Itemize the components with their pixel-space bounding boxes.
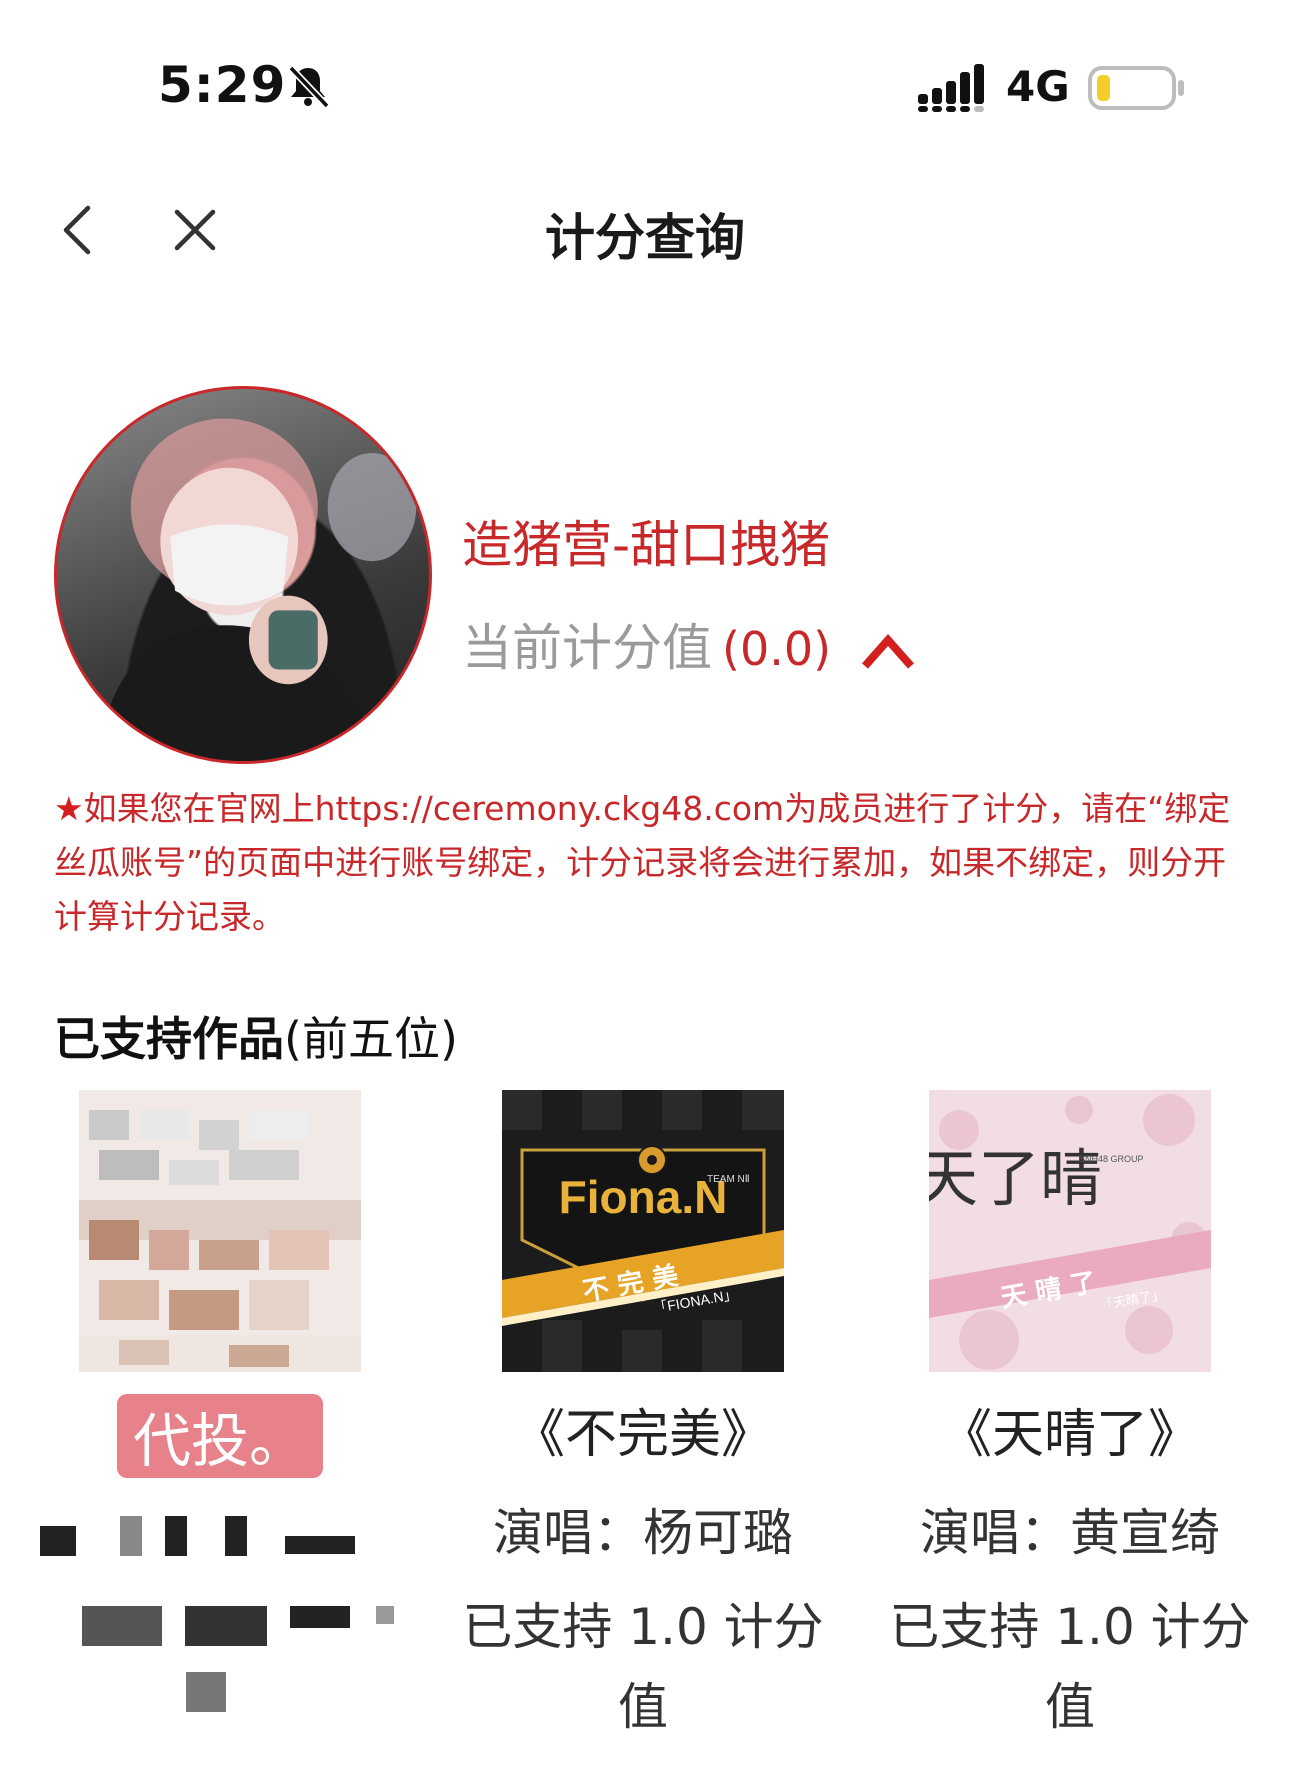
work-support: 已支持 1.0 计分值 xyxy=(462,1598,824,1736)
album-art: 天了晴 SNH48 GROUP 天 晴 了 「天晴了」 xyxy=(929,1090,1211,1372)
signal-icon xyxy=(918,64,984,112)
work-singer: 演唱：黄宣绮 xyxy=(920,1504,1220,1562)
username: 造猪营-甜口拽猪 xyxy=(462,516,831,574)
avatar-photo xyxy=(96,418,417,761)
page-title: 计分查询 xyxy=(545,209,745,267)
status-bar: 5:29 4G xyxy=(0,0,1290,130)
network-label: 4G xyxy=(1006,62,1070,111)
album-cover[interactable]: 天了晴 SNH48 GROUP 天 晴 了 「天晴了」 xyxy=(929,1090,1211,1372)
work-title[interactable]: 《天晴了》 xyxy=(850,1392,1290,1467)
obscured-text xyxy=(0,1506,440,1566)
work-card[interactable]: 代投。 xyxy=(0,1090,440,1716)
work-card[interactable]: Fiona.N TEAM NⅡ 不 完 美 「FIONA.N」 《不完美》 演唱… xyxy=(423,1090,863,1747)
pixelated-cover[interactable] xyxy=(79,1090,361,1372)
obscured-text xyxy=(0,1596,440,1656)
avatar[interactable] xyxy=(54,386,432,764)
cover-title: Fiona.N xyxy=(559,1171,728,1223)
work-title[interactable]: 《不完美》 xyxy=(423,1392,863,1467)
obscured-text xyxy=(0,1666,440,1716)
album-art: Fiona.N TEAM NⅡ 不 完 美 「FIONA.N」 xyxy=(502,1090,784,1372)
section-title: 已支持作品(前五位) xyxy=(54,1003,458,1069)
score-label: 当前计分值 xyxy=(462,619,712,677)
bell-slash-icon xyxy=(288,65,330,109)
section-title-main: 已支持作品 xyxy=(54,1012,284,1066)
album-cover[interactable]: Fiona.N TEAM NⅡ 不 完 美 「FIONA.N」 xyxy=(502,1090,784,1372)
battery-icon xyxy=(1088,66,1184,110)
cover-group: SNH48 GROUP xyxy=(1079,1154,1144,1164)
proxy-vote-tag: 代投。 xyxy=(116,1394,323,1478)
status-time: 5:29 xyxy=(158,56,287,114)
score-row: 当前计分值 (0.0) xyxy=(462,608,917,680)
pixel-mosaic xyxy=(79,1090,361,1372)
nav-bar: 计分查询 xyxy=(0,180,1290,280)
score-value: (0.0) xyxy=(722,622,832,676)
work-singer: 演唱：杨可璐 xyxy=(493,1504,793,1562)
star-icon: ★ xyxy=(54,789,84,828)
section-title-sub: (前五位) xyxy=(284,1012,458,1066)
notice-body: 如果您在官网上https://ceremony.ckg48.com为成员进行了计… xyxy=(54,789,1231,936)
notice-text: ★如果您在官网上https://ceremony.ckg48.com为成员进行了… xyxy=(54,782,1244,944)
cover-team: TEAM NⅡ xyxy=(707,1174,750,1185)
work-support: 已支持 1.0 计分值 xyxy=(889,1598,1251,1736)
caret-up-icon[interactable] xyxy=(859,632,917,672)
cover-title: 天了晴 xyxy=(929,1142,1102,1215)
work-card[interactable]: 天了晴 SNH48 GROUP 天 晴 了 「天晴了」 《天晴了》 演唱：黄宣绮… xyxy=(850,1090,1290,1747)
